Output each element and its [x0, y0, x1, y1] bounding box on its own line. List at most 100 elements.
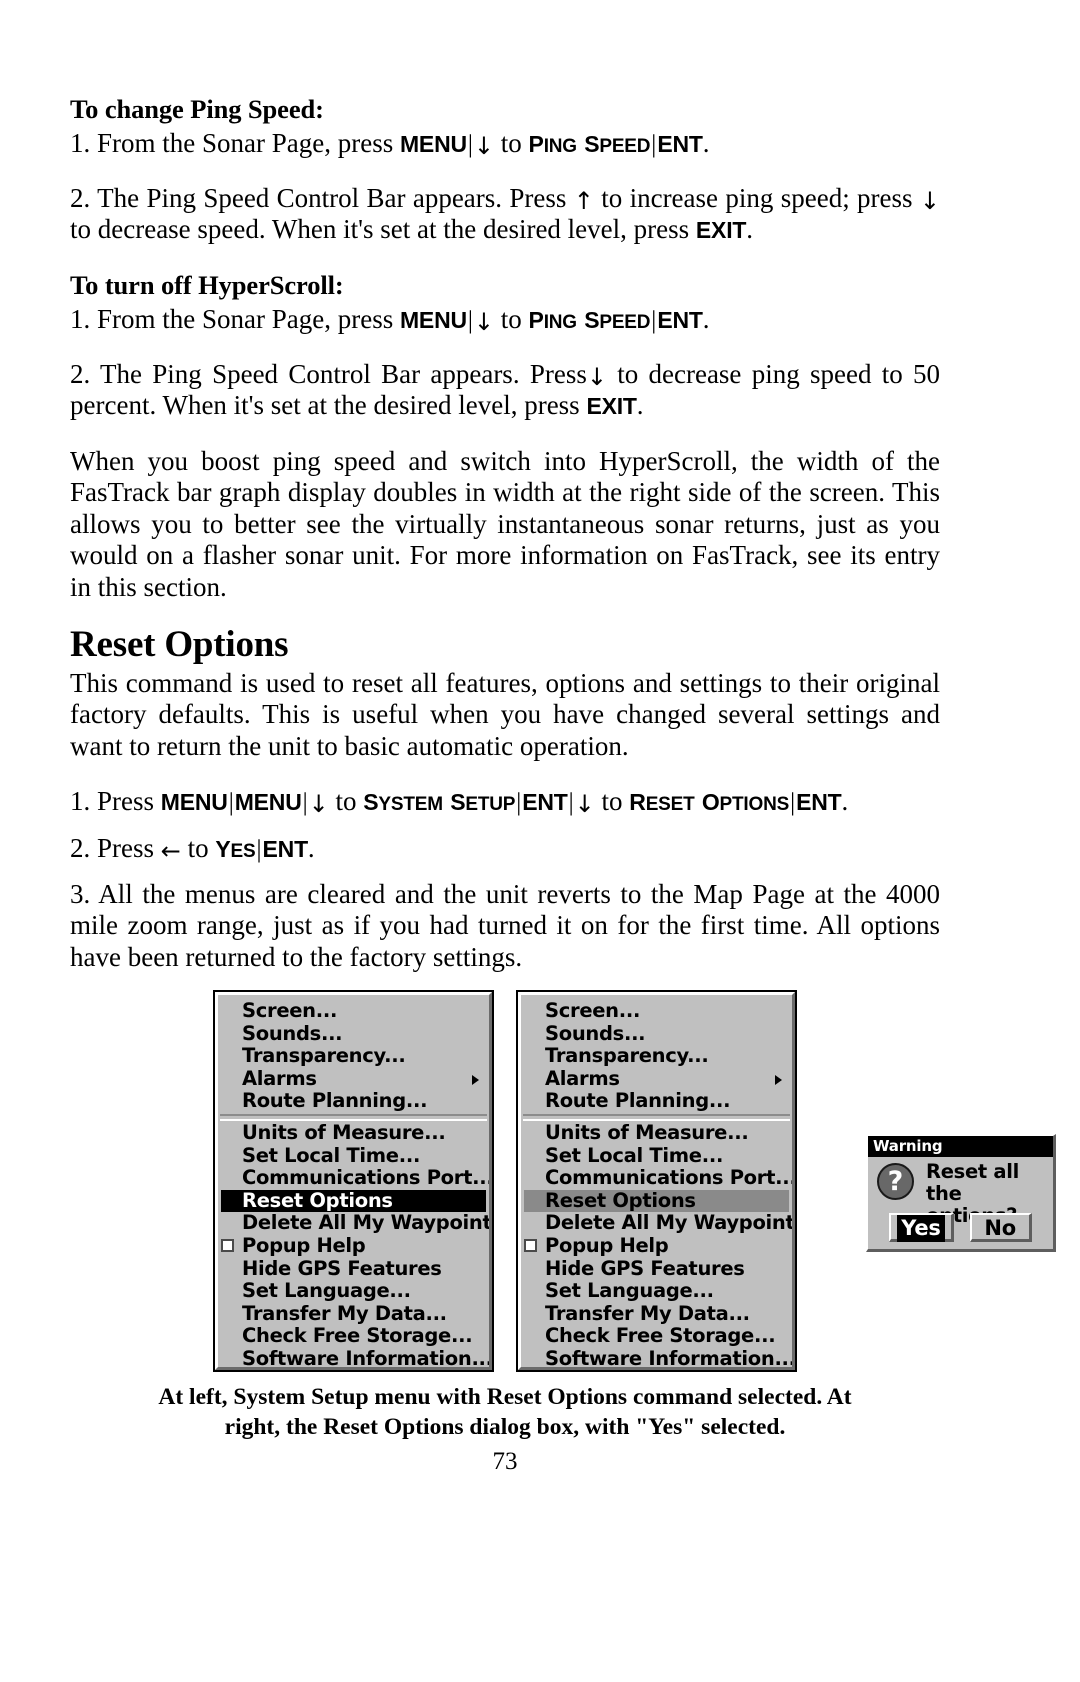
figure-caption-line1: At left, System Setup menu with Reset Op… — [158, 1384, 852, 1410]
key-ping-speed: PING SPEED — [528, 131, 651, 157]
menu-item-label: Check Free Storage... — [242, 1324, 473, 1348]
step-text-prefix: 1. From the Sonar Page, press — [70, 304, 400, 334]
figure-system-setup-menus: Screen... Sounds... Transparency... Alar… — [213, 990, 1056, 1372]
section-heading-hyperscroll: To turn off HyperScroll: — [70, 270, 344, 300]
menu-item-set-local-time[interactable]: Set Local Time... — [218, 1143, 489, 1168]
dialog-title-bar: Warning — [868, 1136, 1053, 1157]
menu-item-sounds[interactable]: Sounds... — [521, 1021, 792, 1046]
menu-item-delete-all-my-waypoints[interactable]: Delete All My Waypoints — [521, 1212, 792, 1235]
menu-item-hide-gps-features[interactable]: Hide GPS Features — [521, 1256, 792, 1281]
dialog-message-line1: Reset all the — [926, 1160, 1020, 1205]
menu-item-label: Reset Options — [545, 1188, 696, 1212]
menu-item-label: Alarms — [545, 1066, 620, 1090]
menu-item-screen[interactable]: Screen... — [218, 999, 489, 1023]
key-arrow-down: ↓ — [473, 308, 495, 336]
menu-item-label: Hide GPS Features — [545, 1256, 745, 1280]
menu-item-units-of-measure[interactable]: Units of Measure... — [521, 1120, 792, 1145]
key-separator: | — [256, 836, 262, 863]
menu-item-label: Route Planning... — [242, 1089, 428, 1113]
yes-button-label: Yes — [897, 1215, 945, 1242]
menu-item-transfer-my-data[interactable]: Transfer My Data... — [521, 1301, 792, 1326]
checkbox-popup-help[interactable] — [221, 1238, 234, 1252]
key-ent: ENT — [522, 789, 568, 815]
menu-item-software-information[interactable]: Software Information... — [521, 1346, 792, 1367]
menu-item-popup-help[interactable]: Popup Help — [218, 1234, 489, 1258]
checkbox-popup-help[interactable] — [524, 1238, 537, 1252]
no-button[interactable]: No — [969, 1213, 1032, 1242]
step-text-suffix: . — [702, 128, 710, 158]
key-separator: | — [467, 307, 473, 334]
key-ping-speed: PING SPEED — [528, 307, 651, 333]
step-text-prefix: 2. Press — [70, 833, 161, 863]
menu-item-label: Hide GPS Features — [242, 1256, 442, 1280]
menu-item-label: Set Local Time... — [242, 1143, 421, 1167]
menu-list-right: Screen... Sounds... Transparency... Alar… — [521, 995, 792, 1367]
menu-item-label: Alarms — [242, 1066, 317, 1090]
key-exit: EXIT — [695, 217, 747, 244]
menu-item-label: Transfer My Data... — [545, 1301, 750, 1325]
menu-item-label: Software Information... — [545, 1346, 792, 1367]
key-separator: | — [302, 789, 308, 816]
arrow-down-icon: ↓ — [586, 363, 607, 391]
menu-item-check-free-storage[interactable]: Check Free Storage... — [521, 1325, 792, 1348]
menu-item-delete-all-my-waypoints[interactable]: Delete All My Waypoints — [218, 1212, 489, 1235]
yes-button[interactable]: Yes — [889, 1213, 954, 1242]
menu-item-label: Check Free Storage... — [545, 1324, 776, 1348]
menu-item-hide-gps-features[interactable]: Hide GPS Features — [218, 1256, 489, 1281]
step-text-to: to — [594, 786, 630, 816]
page-title-reset-options: Reset Options — [70, 624, 289, 665]
menu-separator — [523, 1113, 790, 1121]
menu-item-communications-port[interactable]: Communications Port... — [521, 1166, 792, 1190]
step-text-mid: to — [494, 128, 529, 158]
step-hyperscroll-1: 1. From the Sonar Page, press MENU|↓ to … — [70, 304, 940, 335]
menu-panel-right: Screen... Sounds... Transparency... Alar… — [516, 990, 1056, 1372]
menu-item-transparency[interactable]: Transparency... — [218, 1044, 489, 1068]
menu-item-units-of-measure[interactable]: Units of Measure... — [218, 1121, 489, 1145]
step-text-mid: to — [180, 833, 216, 863]
menu-item-popup-help[interactable]: Popup Help — [521, 1233, 792, 1258]
step-text-to: to — [328, 786, 364, 816]
menu-item-set-local-time[interactable]: Set Local Time... — [521, 1143, 792, 1168]
key-ent: ENT — [657, 131, 703, 157]
menu-item-route-planning[interactable]: Route Planning... — [218, 1090, 489, 1113]
question-mark-icon: ? — [877, 1163, 914, 1200]
menu-panel-left: Screen... Sounds... Transparency... Alar… — [213, 990, 494, 1372]
menu-item-label: Set Local Time... — [545, 1143, 724, 1167]
menu-item-set-language[interactable]: Set Language... — [218, 1279, 489, 1303]
menu-item-route-planning[interactable]: Route Planning... — [521, 1090, 792, 1113]
menu-item-transparency[interactable]: Transparency... — [521, 1044, 792, 1068]
menu-item-label: Popup Help — [545, 1233, 669, 1257]
arrow-left-icon: ← — [160, 837, 181, 865]
menu-item-software-information[interactable]: Software Information... — [218, 1346, 489, 1367]
menu-item-alarms[interactable]: Alarms — [218, 1066, 489, 1091]
submenu-arrow-icon — [472, 1074, 479, 1085]
menu-item-label: Sounds... — [545, 1021, 646, 1045]
menu-item-alarms[interactable]: Alarms — [521, 1066, 792, 1091]
key-reset-options: RESET OPTIONS — [629, 789, 790, 815]
step-reset-1: 1. Press MENU|MENU|↓ to SYSTEM SETUP|ENT… — [70, 786, 940, 817]
submenu-arrow-icon — [775, 1074, 782, 1085]
figure-caption: At left, System Setup menu with Reset Op… — [70, 1382, 940, 1442]
menu-item-check-free-storage[interactable]: Check Free Storage... — [218, 1325, 489, 1348]
menu-item-reset-options[interactable]: Reset Options — [524, 1188, 789, 1213]
menu-item-label: Units of Measure... — [545, 1120, 749, 1144]
key-exit: EXIT — [586, 393, 637, 420]
key-separator: | — [568, 789, 574, 816]
menu-item-communications-port[interactable]: Communications Port... — [218, 1166, 489, 1190]
menu-item-transfer-my-data[interactable]: Transfer My Data... — [218, 1301, 489, 1326]
menu-item-label: Transfer My Data... — [242, 1301, 447, 1325]
menu-item-label: Communications Port... — [242, 1166, 489, 1190]
menu-item-label: Communications Port... — [545, 1166, 792, 1190]
menu-item-label: Software Information... — [242, 1346, 489, 1367]
menu-item-label: Transparency... — [242, 1044, 406, 1068]
menu-separator — [220, 1113, 487, 1121]
key-menu: MENU — [160, 789, 228, 815]
step-ping-speed-1: 1. From the Sonar Page, press MENU|↓ to … — [70, 128, 940, 159]
key-ent: ENT — [262, 836, 309, 862]
menu-item-sounds[interactable]: Sounds... — [218, 1022, 489, 1046]
section-hyperscroll: To turn off HyperScroll: — [70, 270, 940, 300]
menu-item-screen[interactable]: Screen... — [521, 999, 792, 1023]
step-reset-2: 2. Press ← to YES|ENT. — [70, 833, 940, 864]
menu-item-set-language[interactable]: Set Language... — [521, 1279, 792, 1303]
menu-item-reset-options[interactable]: Reset Options — [221, 1189, 486, 1213]
